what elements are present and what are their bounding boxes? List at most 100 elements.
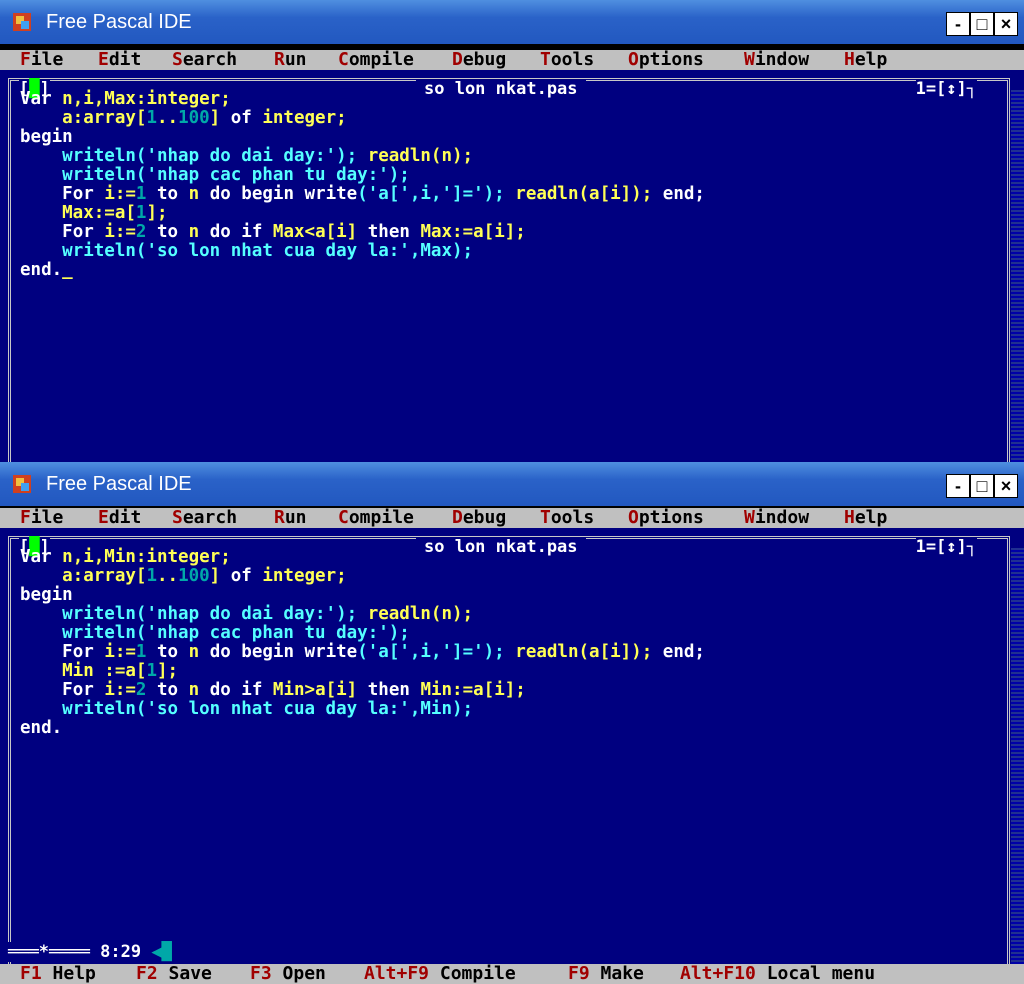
code-token: readln(n); [367,604,474,624]
window-number[interactable]: 1=[↕]┐ [915,537,977,557]
close-button[interactable]: × [994,12,1018,36]
menu-tools[interactable]: Tools [540,508,594,528]
minimize-button[interactable]: - [946,12,970,36]
menu-hotkey: C [338,507,349,528]
menu-run[interactable]: Run [274,508,307,528]
window-number[interactable]: 1=[↕]┐ [915,79,977,99]
menu-options[interactable]: Options [628,508,704,528]
code-line: For i:=1 to n do begin write('a[',i,']='… [20,642,705,662]
vertical-scrollbar[interactable] [1011,548,1024,964]
menu-options[interactable]: Options [628,50,704,70]
code-token: 1 [146,108,157,128]
code-line: Var n,i,Max:integer; [20,89,231,109]
titlebar[interactable]: Free Pascal IDE - □ × [0,462,1024,506]
menu-file[interactable]: File [20,50,63,70]
code-token: 1 [146,661,157,681]
code-line: a:array[1..100] of integer; [20,566,347,586]
menu-compile[interactable]: Compile [338,508,414,528]
code-token: to [146,184,189,204]
code-line: For i:=2 to n do if Max<a[i] then Max:=a… [20,222,526,242]
status-key: Alt+F10 [680,963,756,984]
minimize-button[interactable]: - [946,474,970,498]
code-token: integer; [262,108,347,128]
titlebar[interactable]: Free Pascal IDE - □ × [0,0,1024,44]
status-f2[interactable]: F2 Save [136,964,212,984]
code-token: do if [209,222,273,242]
code-line: Min :=a[1]; [20,661,178,681]
code-token: .. [156,566,179,586]
cursor-position: 8:29 [100,942,142,962]
code-token: Max<a[i] [272,222,368,242]
menu-search[interactable]: Search [172,508,237,528]
code-token: n [188,184,210,204]
code-line: For i:=2 to n do if Min>a[i] then Min:=a… [20,680,526,700]
menu-compile[interactable]: Compile [338,50,414,70]
menu-hotkey: E [98,49,109,70]
code-token: 1 [135,184,147,204]
code-token: writeln('so lon nhat cua day la:',Max); [62,241,474,261]
menu-hotkey: F [20,49,31,70]
menu-tools[interactable]: Tools [540,50,594,70]
status-alt-f9[interactable]: Alt+F9 Compile [364,964,516,984]
menu-window[interactable]: Window [744,508,809,528]
app-icon [13,13,31,31]
menu-hotkey: S [172,507,183,528]
code-token: of [230,108,263,128]
maximize-button[interactable]: □ [970,12,994,36]
code-token: For [62,642,105,662]
menu-file[interactable]: File [20,508,63,528]
code-token: write [304,642,358,662]
menu-search[interactable]: Search [172,50,237,70]
menu-edit[interactable]: Edit [98,508,141,528]
code-token: begin [20,585,73,605]
status-key: Alt+F9 [364,963,430,984]
code-line: writeln('nhap do dai day:'); readln(n); [20,146,473,166]
menu-debug[interactable]: Debug [452,508,506,528]
menu-hotkey: T [540,49,551,70]
menu-help[interactable]: Help [844,508,887,528]
maximize-button[interactable]: □ [970,474,994,498]
code-area[interactable]: Var n,i,Max:integer; a:array[1..100] of … [20,90,705,280]
code-token: writeln('nhap cac phan tu day:'); [62,623,410,643]
code-line: a:array[1..100] of integer; [20,108,347,128]
menu-debug[interactable]: Debug [452,50,506,70]
code-token: Var [20,547,63,567]
code-token: Var [20,89,63,109]
status-f3[interactable]: F3 Open [250,964,326,984]
status-f9[interactable]: F9 Make [568,964,644,984]
code-token: readln(a[i]); [515,642,663,662]
menu-window[interactable]: Window [744,50,809,70]
code-token: do begin [209,184,305,204]
menu-help[interactable]: Help [844,50,887,70]
menu-run[interactable]: Run [274,50,307,70]
code-area[interactable]: Var n,i,Min:integer; a:array[1..100] of … [20,548,705,738]
code-token: n [188,222,210,242]
code-token: ('a[',i,']='); [357,184,505,204]
code-token: end. [20,718,63,738]
menu-hotkey: H [844,49,855,70]
editor-window[interactable]: [█] so lon nkat.pas 1=[↕]┐ Var n,i,Min:i… [0,528,1024,964]
status-f1[interactable]: F1 Help [20,964,96,984]
code-line: begin [20,585,73,605]
code-token: end. [20,260,63,280]
menu-hotkey: O [628,507,639,528]
code-token: n [188,680,210,700]
editor-window[interactable]: [█] so lon nkat.pas 1=[↕]┐ Var n,i,Max:i… [0,70,1024,462]
status-key: F1 [20,963,42,984]
code-token: to [146,680,189,700]
window-title: Free Pascal IDE [46,473,192,495]
horizontal-scrollbar[interactable]: ◀█ [141,942,172,962]
close-button[interactable]: × [994,474,1018,498]
menu-hotkey: F [20,507,31,528]
code-token: ]; [146,203,168,223]
code-line: begin [20,127,73,147]
status-alt-f10[interactable]: Alt+F10 Local menu [680,964,875,984]
vertical-scrollbar[interactable] [1011,90,1024,462]
code-token: For [62,222,105,242]
code-line: Max:=a[1]; [20,203,168,223]
menu-edit[interactable]: Edit [98,50,141,70]
ide-window-top: Free Pascal IDE - □ × File Edit Search Run C… [0,0,1024,462]
